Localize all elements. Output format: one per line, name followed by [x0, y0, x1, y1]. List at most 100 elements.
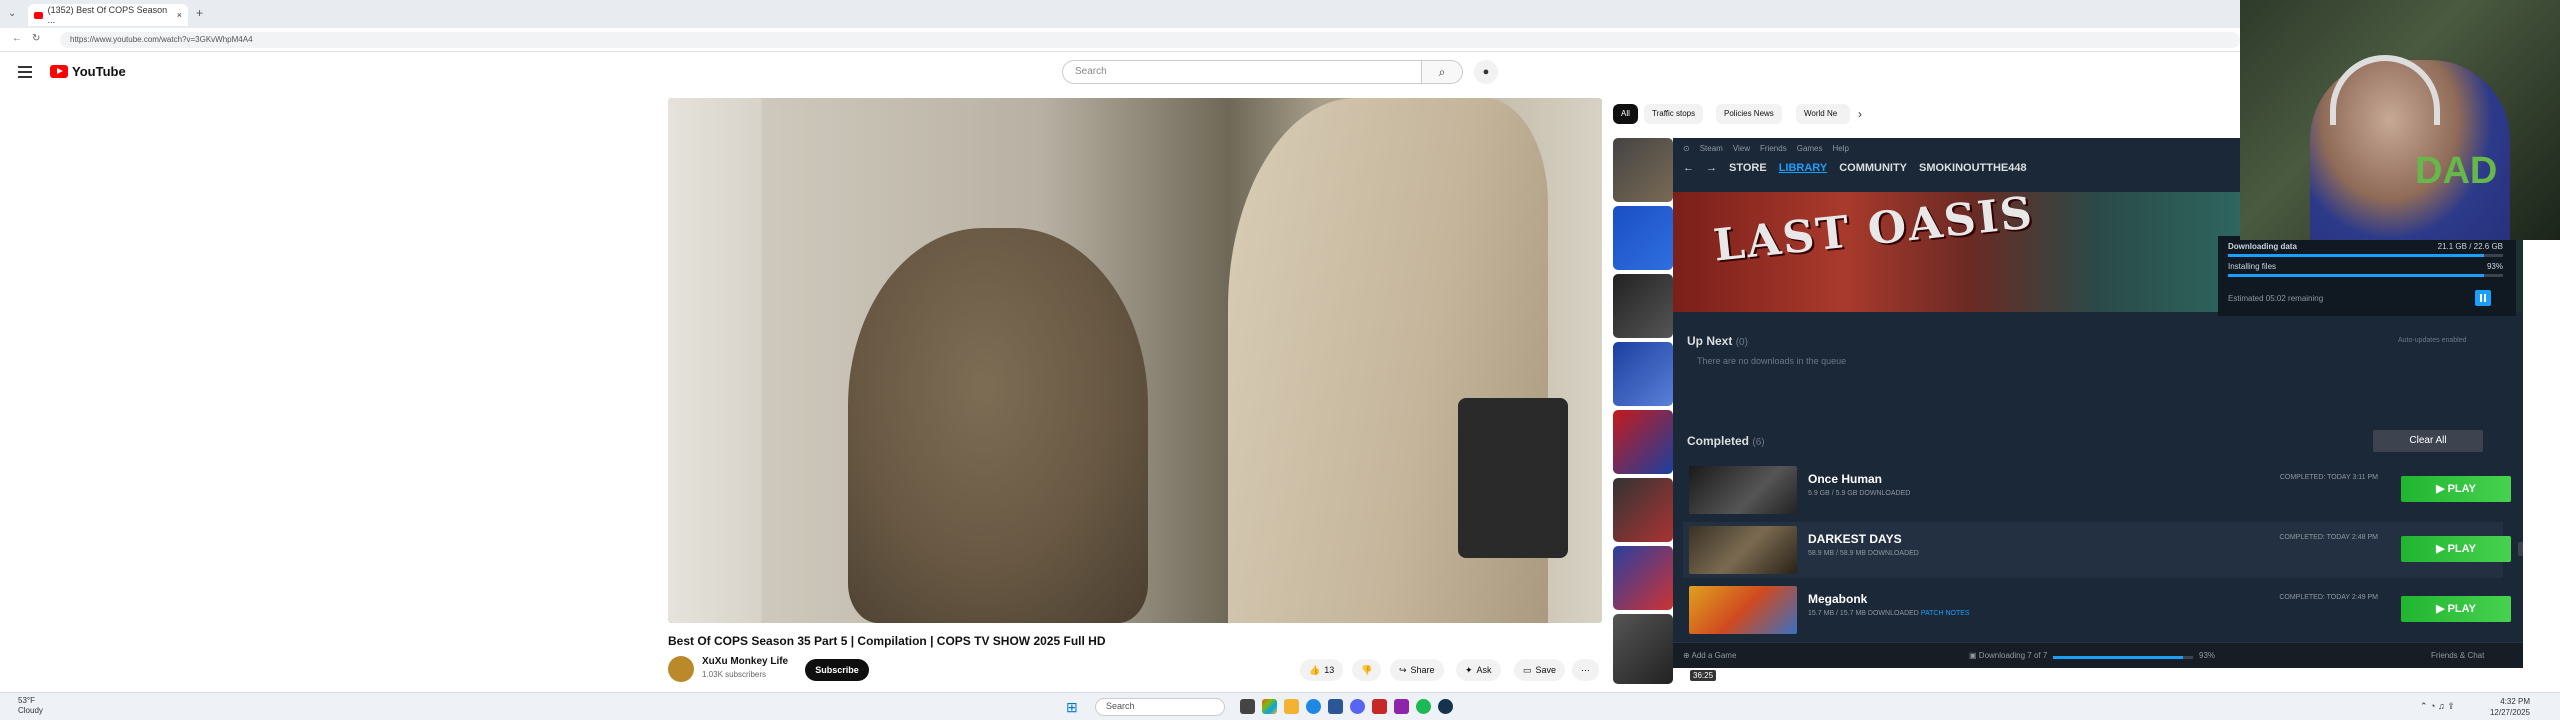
edge-icon[interactable] [1262, 699, 1277, 714]
save-label: Save [1535, 665, 1557, 675]
back-arrow-icon[interactable]: ← [1683, 162, 1694, 174]
ask-button[interactable]: ✦ Ask [1456, 659, 1501, 681]
nav-community[interactable]: COMMUNITY [1839, 162, 1907, 174]
nav-library[interactable]: LIBRARY [1779, 162, 1827, 174]
subscribe-button[interactable]: Subscribe [805, 659, 869, 681]
recommendation-thumbnail[interactable] [1613, 546, 1673, 610]
like-button[interactable]: 👍 13 [1300, 659, 1344, 681]
pause-download-button[interactable] [2475, 290, 2491, 306]
remove-icon[interactable]: × [2518, 542, 2523, 556]
chevron-right-icon[interactable]: › [1858, 104, 1862, 124]
game-completed-time: COMPLETED: TODAY 3:11 PM [2279, 474, 2378, 481]
more-actions-button[interactable]: ⋯ [1572, 659, 1599, 681]
video-player[interactable] [668, 98, 1602, 623]
chip-all[interactable]: All [1613, 104, 1638, 124]
recommendation-thumbnail[interactable] [1613, 342, 1673, 406]
nav-profile[interactable]: SMOKINOUTTHE448 [1919, 162, 2027, 174]
app-icon[interactable] [1372, 699, 1387, 714]
auto-updates-label[interactable]: Auto-updates enabled [2398, 337, 2467, 344]
game-name[interactable]: Megabonk [1808, 592, 1867, 606]
tab-list-icon[interactable]: ⌄ [8, 8, 16, 19]
youtube-logo[interactable]: YouTube [50, 64, 126, 79]
address-bar[interactable]: https://www.youtube.com/watch?v=3GKvWhpM… [60, 32, 2240, 48]
nav-store[interactable]: STORE [1729, 162, 1767, 174]
time-remaining: Estimated 05:02 remaining [2228, 294, 2324, 303]
install-percent: 93% [2486, 262, 2503, 271]
clear-all-button[interactable]: Clear All [2373, 430, 2483, 452]
play-button[interactable]: ▶ PLAY [2401, 596, 2511, 622]
play-label: PLAY [2447, 543, 2476, 555]
weather-widget[interactable]: 53°F Cloudy [18, 696, 43, 716]
friends-chat-button[interactable]: Friends & Chat [2431, 651, 2484, 660]
windows-taskbar: 53°F Cloudy ⊞ Search ⌃ ◔ ♫ ⇪ 4:32 PM 12/… [0, 692, 2560, 720]
share-button[interactable]: ↪ Share [1390, 659, 1444, 681]
game-name[interactable]: DARKEST DAYS [1808, 532, 1902, 546]
youtube-favicon-icon [34, 11, 43, 19]
play-button[interactable]: ▶ PLAY [2401, 536, 2511, 562]
share-icon: ↪ [1399, 664, 1407, 675]
tab-youtube[interactable]: (1352) Best Of COPS Season ... × [28, 4, 188, 26]
search-input[interactable]: Search [1062, 60, 1422, 84]
recommendation-thumbnail[interactable] [1613, 206, 1673, 270]
completed-game-row[interactable]: Once Human 5.9 GB / 5.9 GB DOWNLOADED CO… [1683, 462, 2511, 518]
start-icon[interactable]: ⊞ [1066, 699, 1082, 715]
menu-steam[interactable]: Steam [1700, 144, 1723, 153]
new-tab-button[interactable]: + [196, 6, 203, 20]
steam-footer: ⊕ Add a Game ▣ Downloading 7 of 7 93% Fr… [1673, 642, 2523, 668]
game-thumbnail [1689, 586, 1797, 634]
file-explorer-icon[interactable] [1284, 699, 1299, 714]
menu-view[interactable]: View [1733, 144, 1750, 153]
channel-avatar[interactable] [668, 656, 694, 682]
discord-icon[interactable] [1350, 699, 1365, 714]
chip-world-news[interactable]: World Ne [1796, 104, 1850, 124]
task-view-icon[interactable] [1240, 699, 1255, 714]
app-icon[interactable] [1394, 699, 1409, 714]
menu-games[interactable]: Games [1797, 144, 1823, 153]
spotify-icon[interactable] [1416, 699, 1431, 714]
recommendation-thumbnail[interactable] [1613, 614, 1673, 684]
dislike-button[interactable]: 👎 [1352, 659, 1382, 681]
menu-help[interactable]: Help [1833, 144, 1849, 153]
browser-tabstrip: ⌄ (1352) Best Of COPS Season ... × + [0, 0, 2560, 28]
forward-arrow-icon[interactable]: → [1706, 162, 1717, 174]
play-button[interactable]: ▶ PLAY [2401, 476, 2511, 502]
steam-icon[interactable] [1438, 699, 1453, 714]
taskbar-search[interactable]: Search [1095, 698, 1225, 716]
search-button[interactable]: ⌕ [1421, 60, 1463, 84]
recommendation-thumbnail[interactable] [1613, 274, 1673, 338]
menu-friends[interactable]: Friends [1760, 144, 1787, 153]
store-icon[interactable] [1328, 699, 1343, 714]
back-icon[interactable]: ← [12, 33, 22, 44]
downloads-status-link[interactable]: ▣ Downloading 7 of 7 [1969, 651, 2047, 660]
save-button[interactable]: ▭ Save [1514, 659, 1566, 681]
recommendation-thumbnail[interactable] [1613, 478, 1673, 542]
chip-traffic-stops[interactable]: Traffic stops [1644, 104, 1704, 124]
install-progress-fill [2228, 274, 2484, 277]
recommendation-thumbnail[interactable] [1613, 410, 1673, 474]
system-tray-icons[interactable]: ⌃ ◔ ♫ ⇪ [2420, 701, 2455, 712]
completed-game-row[interactable]: Megabonk 15.7 MB / 15.7 MB DOWNLOADED PA… [1683, 582, 2511, 638]
clock[interactable]: 4:32 PM 12/27/2025 [2470, 696, 2530, 718]
chrome-icon[interactable] [1306, 699, 1321, 714]
close-tab-icon[interactable]: × [177, 10, 182, 20]
add-game-button[interactable]: ⊕ Add a Game [1683, 651, 1736, 660]
download-progress-fill [2228, 254, 2484, 257]
download-size: 21.1 GB / 22.6 GB [2437, 242, 2503, 251]
thumbs-down-icon: 👎 [1361, 664, 1373, 675]
game-name[interactable]: Once Human [1808, 472, 1882, 486]
subscriber-count: 1.03K subscribers [702, 670, 767, 679]
menu-icon[interactable] [18, 66, 32, 78]
completed-count: (6) [1752, 437, 1765, 448]
chip-policies-news[interactable]: Policies News [1716, 104, 1782, 124]
patch-notes-link[interactable]: PATCH NOTES [1921, 610, 1970, 617]
channel-name[interactable]: XuXu Monkey Life [702, 656, 788, 667]
ask-label: Ask [1476, 665, 1492, 675]
like-count: 13 [1324, 665, 1335, 675]
game-size: 5.9 GB / 5.9 GB DOWNLOADED [1808, 490, 1911, 497]
recommendation-thumbnail[interactable] [1613, 138, 1673, 202]
weather-temp: 53°F [18, 696, 35, 705]
search-icon: ⌕ [1438, 65, 1446, 79]
voice-search-button[interactable]: ● [1474, 60, 1498, 84]
reload-icon[interactable]: ↻ [32, 33, 40, 44]
completed-game-row[interactable]: DARKEST DAYS 58.9 MB / 58.9 MB DOWNLOADE… [1683, 522, 2523, 578]
